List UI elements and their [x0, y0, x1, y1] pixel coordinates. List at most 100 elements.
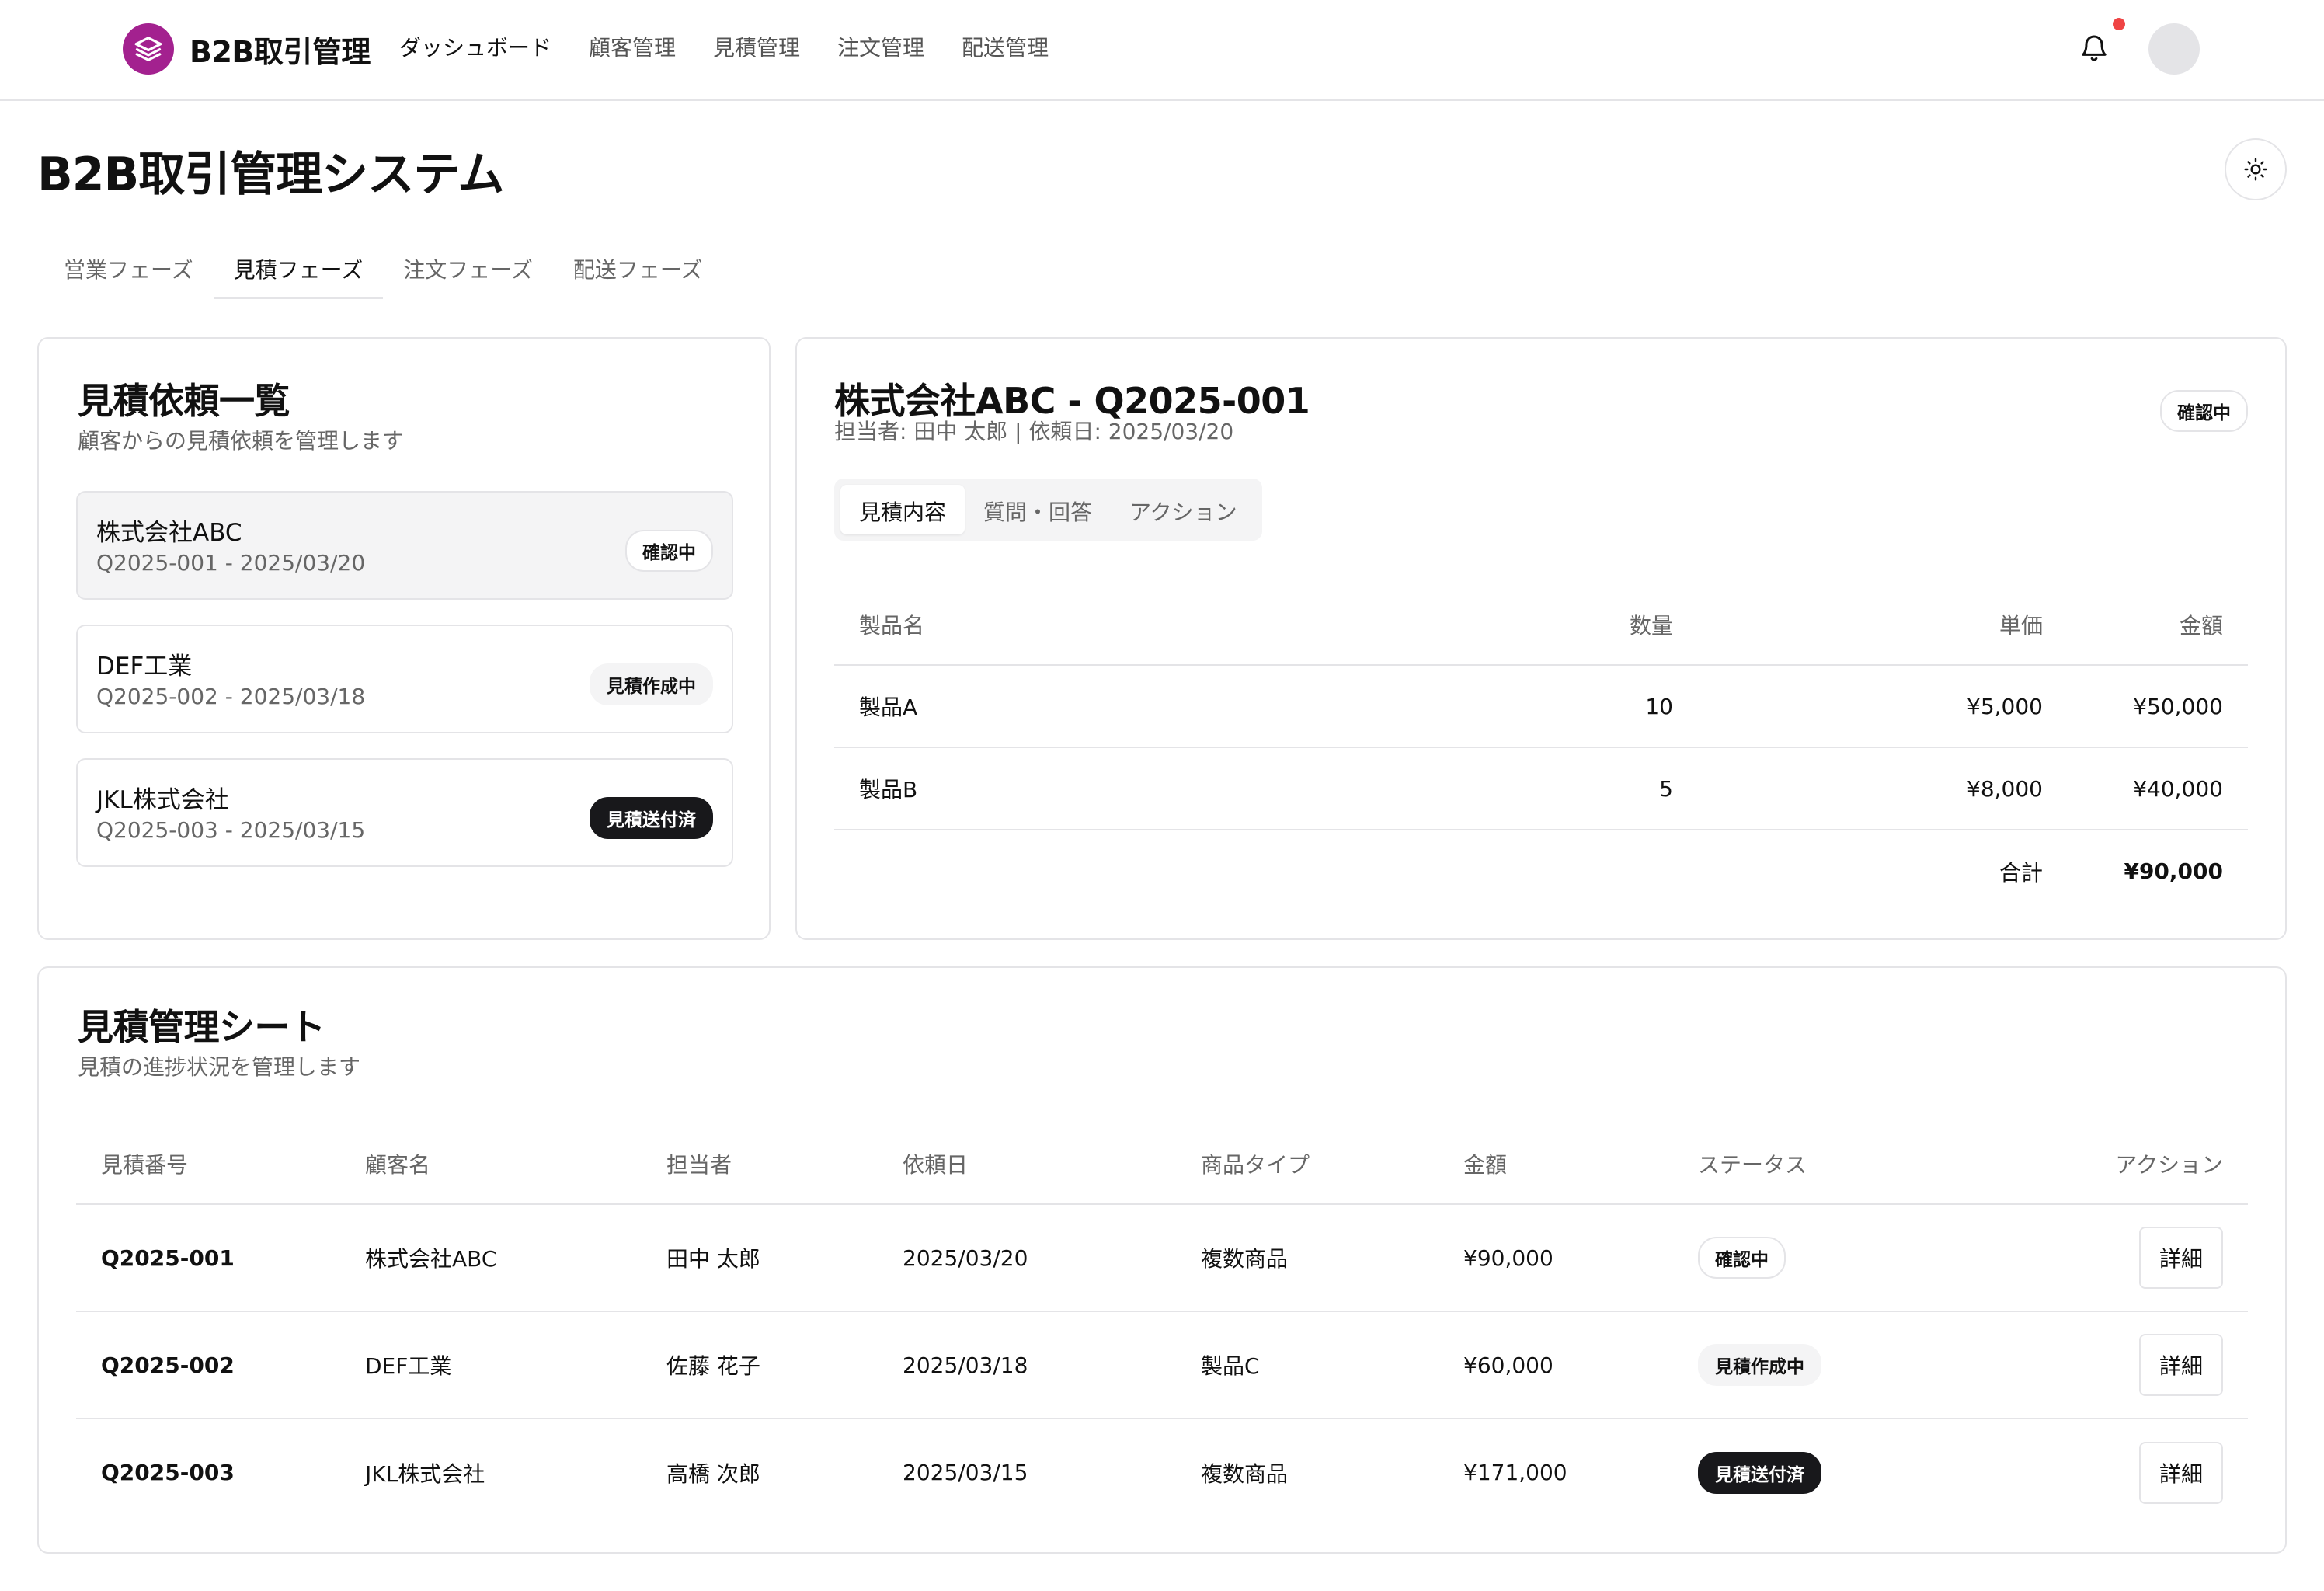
- unit-price: ¥5,000: [1673, 665, 2043, 748]
- phase-tabs: 営業フェーズ 見積フェーズ 注文フェーズ 配送フェーズ: [43, 247, 722, 299]
- avatar[interactable]: [2148, 23, 2200, 75]
- card-title: 見積依頼一覧: [78, 380, 290, 422]
- card-subtitle: 見積の進捗状況を管理します: [78, 1054, 361, 1080]
- column-header: 担当者: [666, 1123, 903, 1205]
- quote-request-list-card: 見積依頼一覧 顧客からの見積依頼を管理します 株式会社ABC Q2025-001…: [37, 337, 771, 940]
- total-row: 合計 ¥90,000: [834, 830, 2248, 912]
- status-badge: 見積送付済: [1698, 1451, 1821, 1494]
- assignee: 高橋 次郎: [666, 1460, 760, 1487]
- action-cell: 詳細: [2052, 1204, 2248, 1312]
- table-row: Q2025-002 DEF工業 佐藤 花子 2025/03/18 製品C ¥60…: [76, 1311, 2248, 1419]
- column-header: 数量: [1331, 584, 1673, 666]
- brand-name: B2B取引管理: [190, 34, 371, 69]
- detail-meta: 担当者: 田中 太郎 | 依頼日: 2025/03/20: [834, 419, 1234, 444]
- tab-shipping-phase[interactable]: 配送フェーズ: [553, 247, 723, 299]
- top-navigation-bar: B2B取引管理 ダッシュボード 顧客管理 見積管理 注文管理 配送管理: [0, 0, 2324, 101]
- notification-dot: [2113, 18, 2125, 30]
- request-meta: Q2025-003 - 2025/03/15: [96, 817, 366, 843]
- quote-management-sheet-card: 見積管理シート 見積の進捗状況を管理します 見積番号 顧客名 担当者 依頼日 商…: [37, 966, 2287, 1554]
- quote-request-item[interactable]: 株式会社ABC Q2025-001 - 2025/03/20 確認中: [76, 491, 733, 600]
- empty-cell: [1331, 830, 1673, 912]
- customer-name: JKL株式会社: [365, 1460, 485, 1487]
- amount: ¥171,000: [1463, 1460, 1567, 1485]
- request-customer: 株式会社ABC: [96, 519, 242, 547]
- assignee: 田中 太郎: [666, 1204, 903, 1312]
- request-date: 2025/03/18: [903, 1311, 1201, 1419]
- quantity: 10: [1331, 665, 1673, 748]
- tab-questions-answers[interactable]: 質問・回答: [965, 485, 1111, 534]
- amount: ¥90,000: [1463, 1204, 1698, 1312]
- column-header: 製品名: [834, 584, 1331, 666]
- theme-toggle-button[interactable]: [2225, 138, 2287, 200]
- total-value: ¥90,000: [2124, 858, 2223, 884]
- column-header: 金額: [2043, 584, 2248, 666]
- nav-item-shipping[interactable]: 配送管理: [962, 31, 1049, 62]
- tab-actions[interactable]: アクション: [1111, 485, 1256, 534]
- column-header: 単価: [1673, 584, 2043, 666]
- amount: ¥60,000: [1463, 1311, 1698, 1419]
- quote-number: Q2025-002: [76, 1311, 365, 1419]
- request-date: 2025/03/20: [903, 1204, 1201, 1312]
- request-meta: Q2025-002 - 2025/03/18: [96, 684, 366, 709]
- total-label: 合計: [1999, 859, 2043, 886]
- action-cell: 詳細: [2052, 1419, 2248, 1526]
- request-customer: DEF工業: [96, 653, 193, 681]
- quote-request-item[interactable]: DEF工業 Q2025-002 - 2025/03/18 見積作成中: [76, 625, 733, 733]
- column-header: ステータス: [1698, 1123, 2052, 1205]
- nav-item-quotes[interactable]: 見積管理: [713, 31, 800, 62]
- status-badge: 見積作成中: [590, 663, 713, 705]
- table-row: Q2025-001 株式会社ABC 田中 太郎 2025/03/20 複数商品 …: [76, 1204, 2248, 1312]
- brand[interactable]: B2B取引管理: [123, 23, 371, 75]
- quote-request-item[interactable]: JKL株式会社 Q2025-003 - 2025/03/15 見積送付済: [76, 758, 733, 867]
- status-badge: 確認中: [2160, 390, 2248, 432]
- tab-quote-content[interactable]: 見積内容: [840, 485, 965, 534]
- action-cell: 詳細: [2052, 1311, 2248, 1419]
- request-meta: Q2025-001 - 2025/03/20: [96, 550, 366, 576]
- column-header: 顧客名: [365, 1123, 666, 1205]
- quote-detail-card: 株式会社ABC - Q2025-001 担当者: 田中 太郎 | 依頼日: 20…: [795, 337, 2287, 940]
- column-header: 金額: [1463, 1123, 1698, 1205]
- status-badge: 確認中: [1698, 1237, 1786, 1279]
- detail-button[interactable]: 詳細: [2138, 1441, 2223, 1504]
- request-customer: JKL株式会社: [96, 786, 229, 814]
- main-nav: ダッシュボード 顧客管理 見積管理 注文管理 配送管理: [399, 31, 1049, 62]
- bell-icon[interactable]: [2079, 31, 2110, 65]
- quote-number: Q2025-001: [76, 1204, 365, 1312]
- status-badge: 見積送付済: [590, 797, 713, 839]
- detail-button[interactable]: 詳細: [2138, 1334, 2223, 1396]
- product-name: 製品B: [834, 747, 1331, 830]
- card-title: 見積管理シート: [78, 1006, 325, 1048]
- request-date: 2025/03/15: [903, 1460, 1028, 1485]
- card-subtitle: 顧客からの見積依頼を管理します: [78, 428, 405, 454]
- status-cell: 確認中: [1698, 1204, 2052, 1312]
- status-badge: 確認中: [625, 530, 713, 572]
- tab-sales-phase[interactable]: 営業フェーズ: [43, 247, 214, 299]
- table-row: Q2025-003 JKL株式会社 高橋 次郎 2025/03/15 複数商品 …: [76, 1419, 2248, 1526]
- detail-tabs: 見積内容 質問・回答 アクション: [834, 479, 1262, 541]
- status-cell: 見積送付済: [1698, 1419, 2052, 1526]
- status-badge: 見積作成中: [1698, 1344, 1821, 1386]
- nav-item-customers[interactable]: 顧客管理: [589, 31, 676, 62]
- column-header: 商品タイプ: [1201, 1123, 1463, 1205]
- page-title: B2B取引管理システム: [37, 148, 504, 202]
- quote-items-table: 製品名 数量 単価 金額 製品A 10 ¥5,000 ¥50,000 製品B 5…: [834, 584, 2248, 912]
- customer-name: 株式会社ABC: [365, 1204, 666, 1312]
- tab-quote-phase[interactable]: 見積フェーズ: [213, 247, 384, 299]
- column-header: アクション: [2052, 1123, 2248, 1205]
- layers-icon: [123, 23, 174, 75]
- nav-item-dashboard[interactable]: ダッシュボード: [399, 31, 551, 62]
- unit-price: ¥8,000: [1673, 747, 2043, 830]
- table-row: 製品A 10 ¥5,000 ¥50,000: [834, 665, 2248, 748]
- product-name: 製品A: [834, 665, 1331, 748]
- product-type: 複数商品: [1201, 1204, 1463, 1312]
- product-type: 製品C: [1201, 1311, 1463, 1419]
- nav-item-orders[interactable]: 注文管理: [837, 31, 924, 62]
- detail-button[interactable]: 詳細: [2138, 1227, 2223, 1289]
- assignee: 佐藤 花子: [666, 1311, 903, 1419]
- amount: ¥50,000: [2043, 665, 2248, 748]
- customer-name: DEF工業: [365, 1311, 666, 1419]
- quote-sheet-table: 見積番号 顧客名 担当者 依頼日 商品タイプ 金額 ステータス アクション Q2…: [76, 1123, 2248, 1526]
- tab-order-phase[interactable]: 注文フェーズ: [383, 247, 553, 299]
- table-header-row: 製品名 数量 単価 金額: [834, 584, 2248, 666]
- amount: ¥40,000: [2043, 747, 2248, 830]
